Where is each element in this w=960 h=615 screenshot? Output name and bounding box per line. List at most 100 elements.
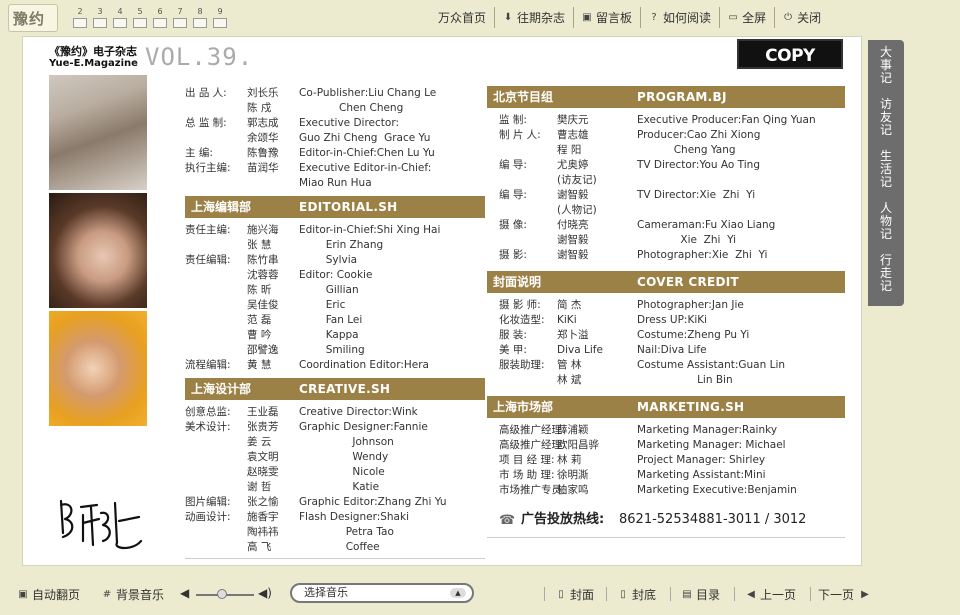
bg-music-button[interactable]: # 背景音乐 (102, 586, 164, 603)
separator (670, 587, 671, 601)
front-cover-button[interactable]: ▯ 封面 (556, 586, 594, 603)
credit-row: 执行主编: 苗润华 Executive Editor-in-Chief: (185, 161, 485, 176)
page-jump-8[interactable]: 8 (190, 6, 210, 30)
toc-button[interactable]: ▤ 目录 (682, 586, 720, 603)
page-jump-2[interactable]: 2 (70, 6, 90, 30)
next-page-button[interactable]: 下一页 ▶ (818, 586, 874, 603)
bg-music-label: 背景音乐 (116, 588, 165, 602)
side-tab-2[interactable]: 生活记 (876, 150, 896, 189)
credit-row: (访友记) (487, 173, 845, 188)
topnav-item-2[interactable]: ▣ 留言板 (573, 7, 640, 28)
credit-name: 付晓亮 (557, 219, 589, 231)
section-title-en: COVER CREDIT (637, 275, 740, 289)
page-jump-5[interactable]: 5 (130, 6, 150, 30)
arrow-right-icon: ▶ (861, 588, 869, 600)
credit-row: 吴佳俊 Eric (185, 298, 485, 313)
music-select[interactable]: 选择音乐 ▲ (290, 583, 474, 603)
credit-english: Photographer:Jan Jie (637, 299, 744, 311)
page-thumb-box (133, 18, 147, 28)
auto-flip-button[interactable]: ▣ 自动翻页 (18, 586, 80, 603)
credit-role: 流程编辑: (185, 359, 231, 371)
credit-role: 制 片 人: (499, 129, 541, 141)
credit-name: 曹志雄 (557, 129, 589, 141)
credit-name: 姜 云 (247, 436, 272, 448)
page-jump-9[interactable]: 9 (210, 6, 230, 30)
credit-name: 林 斌 (557, 374, 582, 386)
hotline-number: 8621-52534881-3011 / 3012 (619, 512, 807, 527)
volume-down-icon[interactable]: ◀ (180, 586, 189, 600)
volume-up-icon[interactable]: ◀) (258, 586, 272, 600)
side-tab-0[interactable]: 大事记 (876, 46, 896, 85)
page-jump-7[interactable]: 7 (170, 6, 190, 30)
credit-row: 美术设计: 张贵芳 Graphic Designer:Fannie (185, 420, 485, 435)
credit-name: 张之愉 (247, 496, 279, 508)
credit-role: 图片编辑: (185, 496, 231, 508)
hash-icon: # (102, 588, 112, 600)
topnav-item-5[interactable]: ⏻ 关闭 (774, 7, 829, 28)
credit-english: Costume:Zheng Pu Yi (637, 329, 750, 341)
credit-row: 出 品 人: 刘长乐 Co-Publisher:Liu Chang Le (185, 86, 485, 101)
prev-page-label: 上一页 (760, 588, 797, 602)
hotline-label: 广告投放热线: (521, 512, 605, 527)
board-icon: ▣ (582, 11, 592, 23)
credit-english: Marketing Executive:Benjamin (637, 484, 797, 496)
credit-english: Fan Lei (299, 314, 363, 326)
volume-slider-knob[interactable] (217, 589, 228, 599)
credit-english: Johnson (299, 436, 394, 448)
section-title-cn: 封面说明 (493, 275, 542, 289)
credit-english: Co-Publisher:Liu Chang Le (299, 87, 437, 99)
credit-name: 高 飞 (247, 541, 272, 553)
page-thumb-box (193, 18, 207, 28)
credit-english: Coordination Editor:Hera (299, 359, 429, 371)
credit-english: Dress UP:KiKi (637, 314, 708, 326)
credit-english: Marketing Manager: Michael (637, 439, 786, 451)
credit-english: Executive Producer:Fan Qing Yuan (637, 114, 816, 126)
credit-row: 陈 戍 Chen Cheng (185, 101, 485, 116)
ad-hotline: ☎ 广告投放热线: 8621-52534881-3011 / 3012 (487, 508, 845, 534)
credit-name: 谢智毅 (557, 234, 589, 246)
separator (606, 587, 607, 601)
credit-name: KiKi (557, 314, 577, 326)
section-title-en: MARKETING.SH (637, 400, 745, 414)
credit-role: 化妆造型: (499, 314, 545, 326)
back-cover-button[interactable]: ▯ 封底 (618, 586, 656, 603)
side-tab-1[interactable]: 访友记 (876, 98, 896, 137)
download-icon: ⬇ (503, 11, 513, 23)
toc-label: 目录 (696, 588, 721, 602)
credit-name: 程 阳 (557, 144, 582, 156)
magazine-title: 《豫约》电子杂志 (49, 45, 137, 58)
topnav-item-4[interactable]: ▭ 全屏 (719, 7, 774, 28)
credit-row: 摄 像: 付晓亮 Cameraman:Fu Xiao Liang (487, 218, 845, 233)
phone-icon: ☎ (499, 513, 516, 528)
section-header-editorial: 上海编辑部 EDITORIAL.SH (185, 196, 485, 218)
square-icon: ▣ (18, 588, 28, 600)
section-title-en: PROGRAM.BJ (637, 90, 727, 104)
page-jump-4[interactable]: 4 (110, 6, 130, 30)
music-select-label: 选择音乐 (304, 586, 348, 599)
topnav-item-0[interactable]: 万众首页 (430, 7, 494, 28)
credit-row: 陈 昕 Gillian (185, 283, 485, 298)
prev-page-button[interactable]: ◀ 上一页 (746, 586, 796, 603)
side-tab-4[interactable]: 行走记 (876, 254, 896, 293)
credit-row: 邵譬逸 Smiling (185, 343, 485, 358)
page-jump-6[interactable]: 6 (150, 6, 170, 30)
topnav-item-1[interactable]: ⬇ 往期杂志 (494, 7, 573, 28)
page-jump-3[interactable]: 3 (90, 6, 110, 30)
credit-name: 管 林 (557, 359, 582, 371)
magazine-logo[interactable]: 豫约 (8, 4, 58, 32)
credit-name: 吴佳俊 (247, 299, 279, 311)
credit-english: Executive Director: (299, 117, 399, 129)
credit-row: 谢 哲 Katie (185, 480, 485, 495)
side-tab-3[interactable]: 人物记 (876, 202, 896, 241)
credit-english: Executive Editor-in-Chief: (299, 162, 432, 174)
credit-role: 摄 像: (499, 219, 527, 231)
page-number: 8 (197, 7, 203, 16)
credit-name: 谢 哲 (247, 481, 272, 493)
topnav-item-3[interactable]: ? 如何阅读 (640, 7, 719, 28)
credit-name: 袁文明 (247, 451, 279, 463)
credit-row: 范 磊 Fan Lei (185, 313, 485, 328)
credit-row: 摄 影 师: 简 杰 Photographer:Jan Jie (487, 298, 845, 313)
page-number: 6 (157, 7, 163, 16)
credit-row: 高级推广经理: 薛浦颖 Marketing Manager:Rainky (487, 423, 845, 438)
topnav-label: 关闭 (797, 11, 822, 25)
